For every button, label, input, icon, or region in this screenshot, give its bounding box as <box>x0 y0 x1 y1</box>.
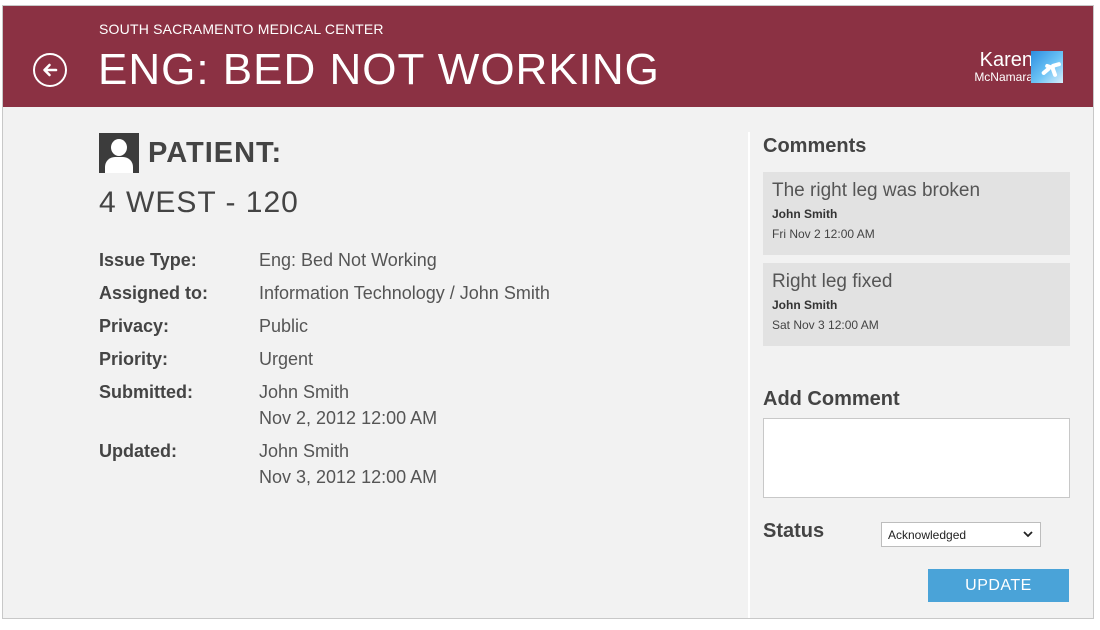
comment-author: John Smith <box>772 207 838 221</box>
detail-value: Urgent <box>259 349 314 369</box>
comment-author: John Smith <box>772 298 838 312</box>
user-last-name: McNamara <box>974 70 1033 84</box>
add-comment-title: Add Comment <box>763 388 900 410</box>
comment-time: Sat Nov 3 12:00 AM <box>772 318 879 332</box>
comment-text: Right leg fixed <box>772 271 893 292</box>
update-button[interactable]: UPDATE <box>928 569 1069 602</box>
detail-row-privacy: Privacy: Public <box>99 313 550 339</box>
detail-label: Updated: <box>99 441 177 461</box>
detail-value: Eng: Bed Not Working <box>259 250 437 270</box>
back-arrow-icon <box>43 63 58 77</box>
comment-card: Right leg fixed John Smith Sat Nov 3 12:… <box>763 263 1070 346</box>
back-button[interactable] <box>33 53 67 87</box>
comments-title: Comments <box>763 135 867 157</box>
comment-card: The right leg was broken John Smith Fri … <box>763 172 1070 255</box>
patient-label: PATIENT: <box>148 136 283 169</box>
issue-details: Issue Type: Eng: Bed Not Working Assigne… <box>99 247 550 497</box>
organization-name: SOUTH SACRAMENTO MEDICAL CENTER <box>99 21 384 37</box>
avatar[interactable] <box>1031 51 1063 83</box>
detail-label: Assigned to: <box>99 283 209 303</box>
updated-date: Nov 3, 2012 12:00 AM <box>259 467 438 487</box>
detail-value: John Smith Nov 3, 2012 12:00 AM <box>259 438 437 490</box>
detail-label: Privacy: <box>99 316 170 336</box>
detail-value: Public <box>259 316 309 336</box>
detail-row-submitted: Submitted: John Smith Nov 2, 2012 12:00 … <box>99 379 550 431</box>
detail-value: John Smith Nov 2, 2012 12:00 AM <box>259 379 437 431</box>
detail-row-priority: Priority: Urgent <box>99 346 550 372</box>
patient-header: PATIENT: <box>99 133 299 173</box>
user-info[interactable]: Karen McNamara <box>974 50 1033 83</box>
user-first-name: Karen <box>979 49 1033 71</box>
page-title: ENG: BED NOT WORKING <box>98 45 660 94</box>
submitted-date: Nov 2, 2012 12:00 AM <box>259 408 438 428</box>
comment-input[interactable] <box>763 418 1070 498</box>
patient-section: PATIENT: 4 WEST - 120 <box>99 133 299 220</box>
patient-location: 4 WEST - 120 <box>99 186 299 219</box>
status-dropdown[interactable]: Acknowledged <box>881 522 1041 547</box>
updated-by: John Smith <box>259 441 350 461</box>
status-selected-value: Acknowledged <box>888 527 967 542</box>
app-window: SOUTH SACRAMENTO MEDICAL CENTER ENG: BED… <box>2 5 1094 619</box>
detail-value: Information Technology / John Smith <box>259 283 550 303</box>
comment-time: Fri Nov 2 12:00 AM <box>772 227 875 241</box>
pane-divider <box>748 132 750 618</box>
detail-row-assigned-to: Assigned to: Information Technology / Jo… <box>99 280 550 306</box>
person-icon <box>99 133 139 173</box>
comment-text: The right leg was broken <box>772 180 981 201</box>
submitted-by: John Smith <box>259 382 350 402</box>
detail-label: Submitted: <box>99 382 193 402</box>
detail-row-issue-type: Issue Type: Eng: Bed Not Working <box>99 247 550 273</box>
header-bar: SOUTH SACRAMENTO MEDICAL CENTER ENG: BED… <box>3 6 1093 107</box>
detail-label: Issue Type: <box>99 250 197 270</box>
chevron-down-icon <box>1023 531 1033 538</box>
status-label: Status <box>763 520 825 542</box>
detail-label: Priority: <box>99 349 169 369</box>
detail-row-updated: Updated: John Smith Nov 3, 2012 12:00 AM <box>99 438 550 490</box>
